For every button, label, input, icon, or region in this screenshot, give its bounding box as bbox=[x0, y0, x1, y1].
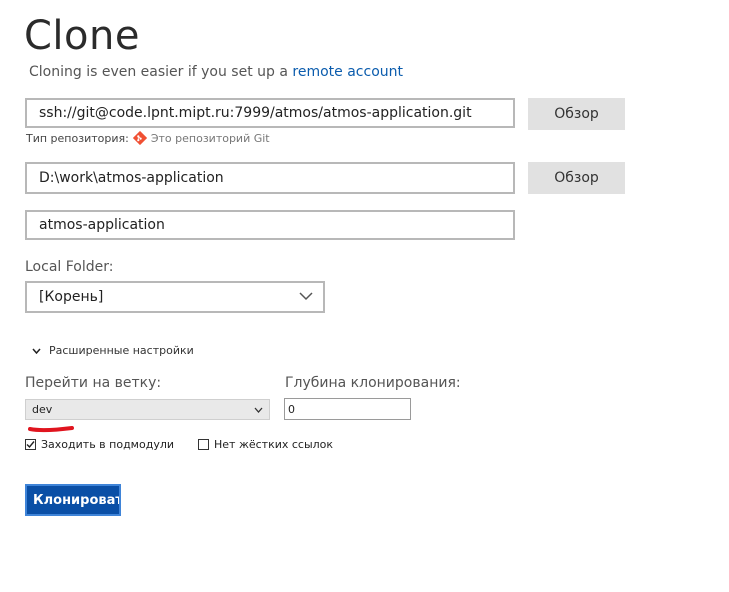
chevron-down-icon bbox=[32, 344, 41, 357]
advanced-settings-toggle[interactable]: Расширенные настройки bbox=[32, 344, 194, 357]
git-icon bbox=[132, 130, 147, 146]
no-hardlinks-label: Нет жёстких ссылок bbox=[214, 438, 334, 451]
browse-destination-button[interactable]: Обзор bbox=[528, 162, 625, 194]
page-title: Clone bbox=[24, 13, 140, 59]
checkmark-icon bbox=[26, 441, 35, 449]
local-folder-dropdown[interactable]: [Корень] bbox=[25, 281, 325, 313]
depth-label: Глубина клонирования: bbox=[285, 375, 461, 391]
local-folder-label: Local Folder: bbox=[25, 259, 114, 275]
destination-path-input[interactable]: D:\work\atmos-application bbox=[25, 162, 515, 194]
annotation-underline bbox=[28, 426, 74, 433]
subtitle: Cloning is even easier if you set up a r… bbox=[29, 63, 403, 81]
branch-label: Перейти на ветку: bbox=[25, 375, 162, 391]
repository-name-input[interactable]: atmos-application bbox=[25, 210, 515, 240]
clone-button[interactable]: Клонировать bbox=[25, 484, 121, 516]
browse-source-button[interactable]: Обзор bbox=[528, 98, 625, 130]
checkbox-box bbox=[25, 439, 36, 450]
local-folder-selected: [Корень] bbox=[39, 289, 104, 305]
recurse-submodules-checkbox[interactable]: Заходить в подмодули bbox=[25, 438, 174, 451]
chevron-down-icon bbox=[299, 289, 313, 305]
subtitle-text: Cloning is even easier if you set up a bbox=[29, 64, 288, 80]
clone-depth-input[interactable]: 0 bbox=[284, 398, 411, 420]
repo-type-value: Это репозиторий Git bbox=[150, 131, 270, 145]
checkbox-box bbox=[198, 439, 209, 450]
source-url-input[interactable]: ssh://git@code.lpnt.mipt.ru:7999/atmos/a… bbox=[25, 98, 515, 128]
repo-type-label: Тип репозитория: bbox=[26, 131, 129, 145]
repo-type-row: Тип репозитория: Это репозиторий Git bbox=[26, 130, 270, 146]
remote-account-link[interactable]: remote account bbox=[292, 64, 403, 80]
advanced-settings-label: Расширенные настройки bbox=[49, 344, 194, 357]
branch-selected: dev bbox=[32, 403, 53, 416]
recurse-submodules-label: Заходить в подмодули bbox=[41, 438, 175, 451]
no-hardlinks-checkbox[interactable]: Нет жёстких ссылок bbox=[198, 438, 333, 451]
branch-dropdown[interactable]: dev bbox=[25, 399, 270, 420]
chevron-down-icon bbox=[254, 403, 263, 416]
